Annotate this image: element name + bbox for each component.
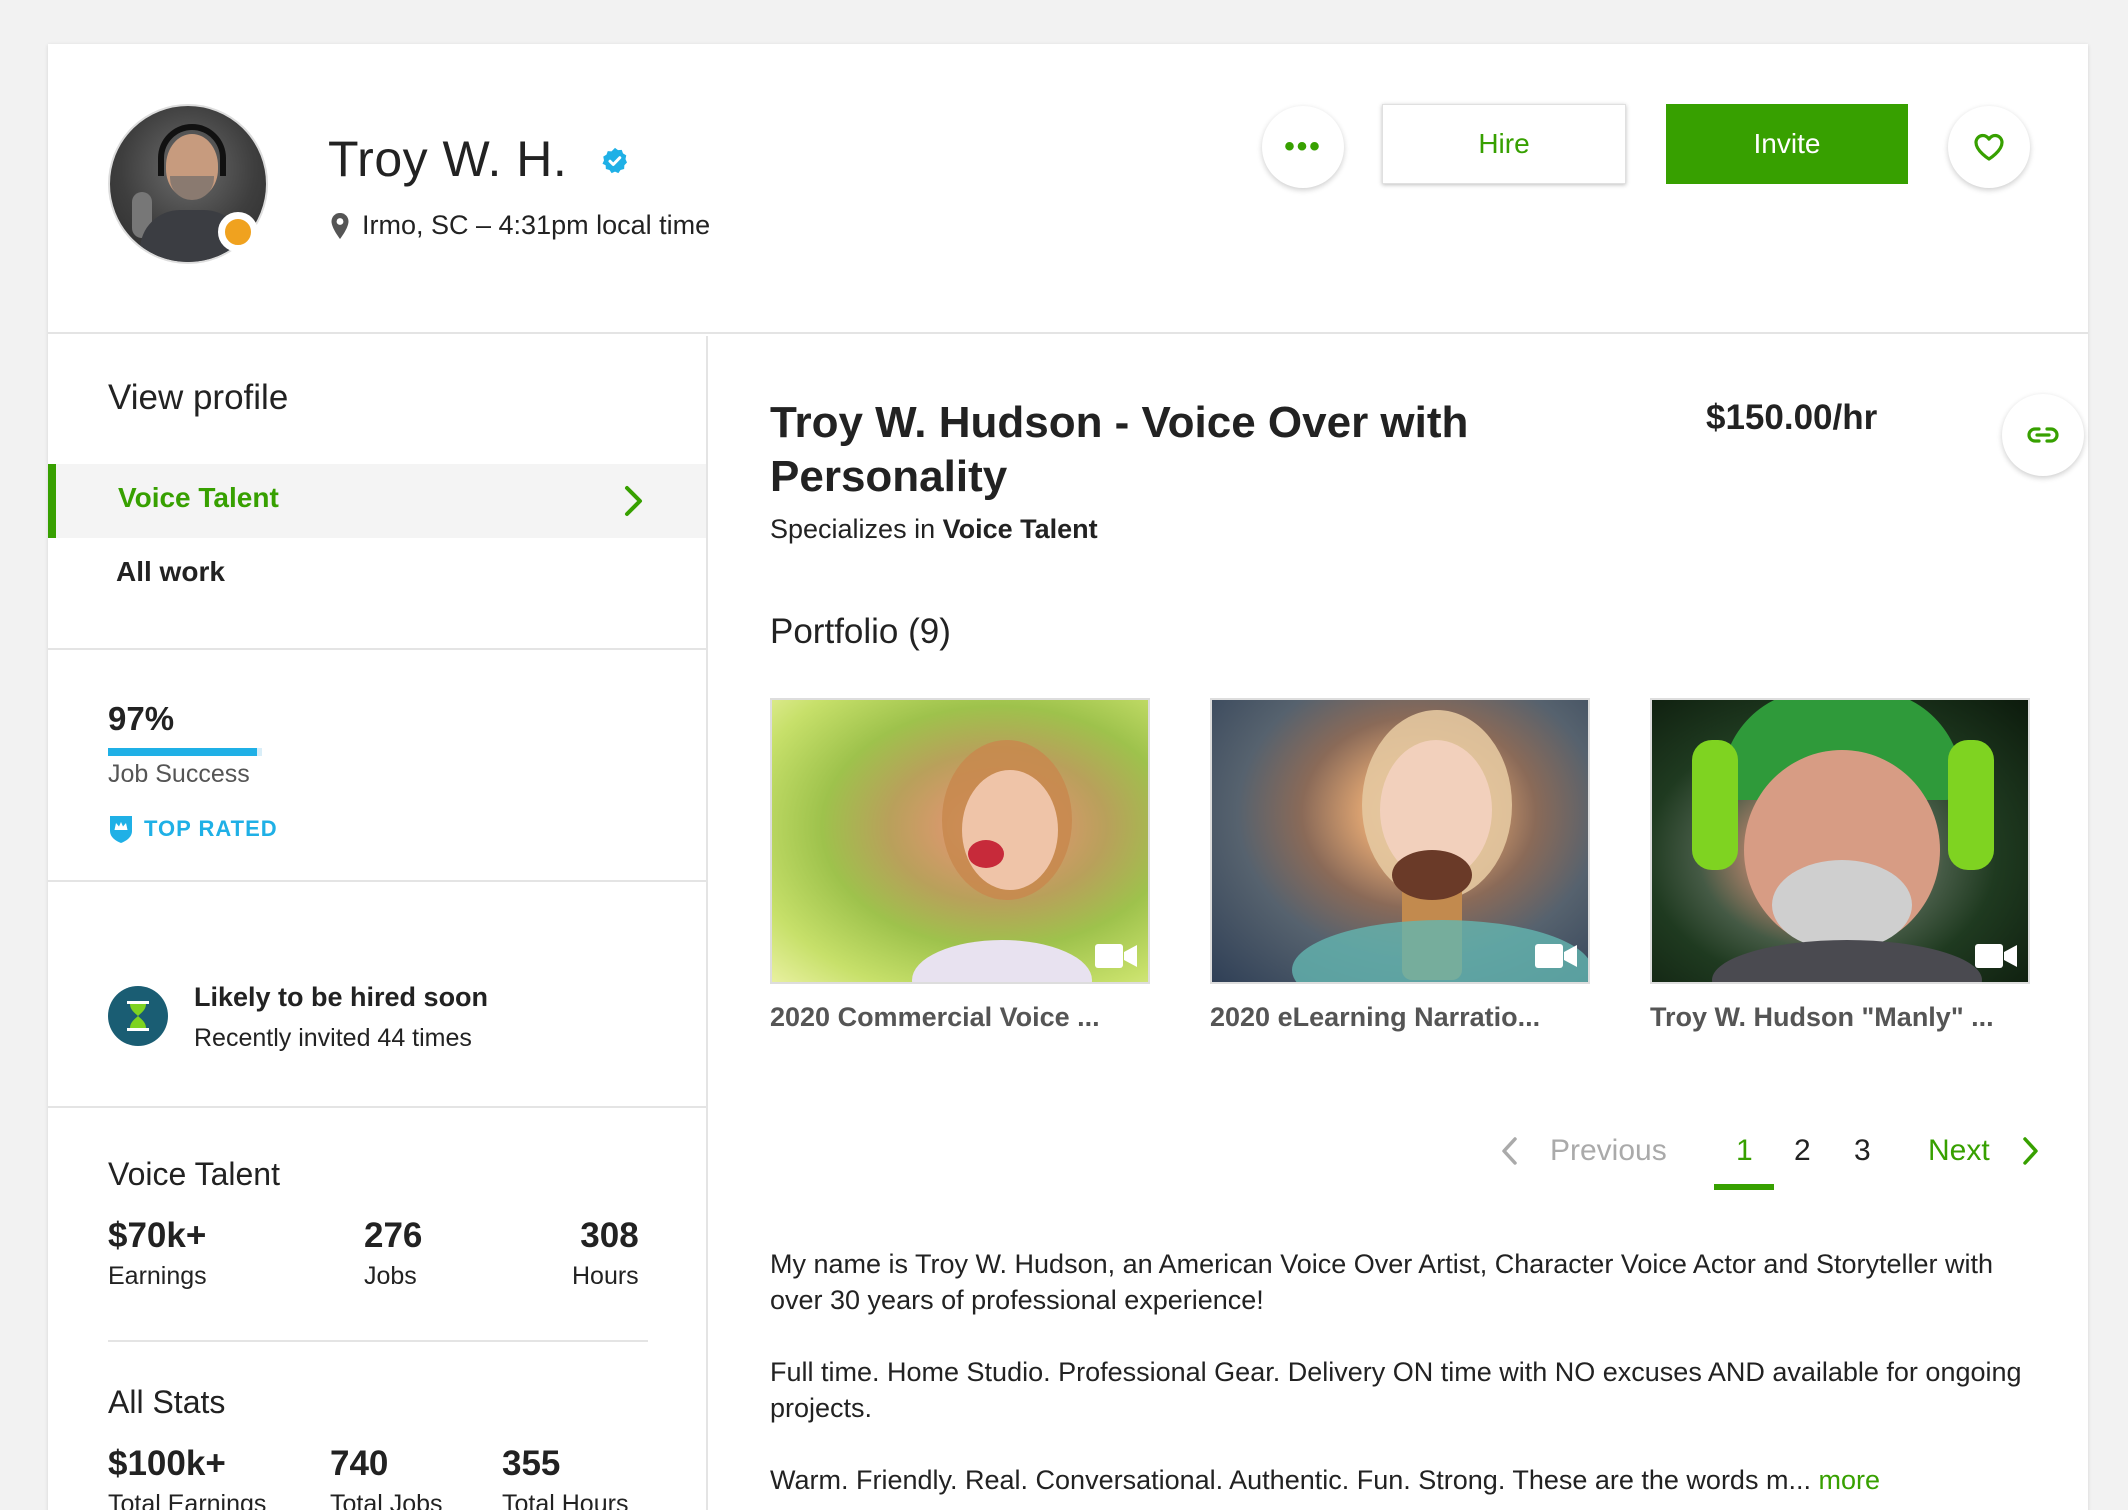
- pagination-previous[interactable]: Previous: [1500, 1134, 1667, 1168]
- stat-label: Earnings: [108, 1262, 207, 1290]
- all-stats-title: All Stats: [108, 1384, 226, 1420]
- chevron-left-icon: [1502, 1137, 1517, 1165]
- top-rated-badge: TOP RATED: [108, 814, 278, 844]
- description-truncated-text: Warm. Friendly. Real. Conversational. Au…: [770, 1465, 1811, 1495]
- stat-label: Total Earnings: [108, 1490, 267, 1510]
- divider: [48, 648, 706, 650]
- stat-label: Total Hours: [502, 1490, 629, 1510]
- portfolio-thumbnail[interactable]: [1210, 698, 1590, 984]
- chevron-right-icon: [2022, 1137, 2038, 1165]
- video-camera-icon: [1535, 944, 1577, 968]
- stat-label: Hours: [572, 1262, 639, 1290]
- hired-soon-subtitle: Recently invited 44 times: [194, 1024, 472, 1052]
- pagination-page-1[interactable]: 1: [1736, 1134, 1753, 1168]
- stat-earnings: $70k+ Earnings: [108, 1216, 207, 1291]
- job-success-label: Job Success: [108, 760, 250, 788]
- stat-value: 355: [502, 1444, 561, 1483]
- specializes-in: Specializes in Voice Talent: [770, 514, 1098, 545]
- location-pin-icon: [331, 212, 349, 239]
- sidebar-item-all-work[interactable]: All work: [116, 556, 225, 588]
- pagination-page-3[interactable]: 3: [1854, 1134, 1871, 1168]
- pagination-next[interactable]: Next: [1928, 1134, 2040, 1168]
- sidebar-item-voice-talent[interactable]: Voice Talent: [48, 464, 706, 538]
- stat-value: 740: [330, 1444, 389, 1483]
- description-paragraph: Full time. Home Studio. Professional Gea…: [770, 1357, 2022, 1423]
- more-link[interactable]: more: [1818, 1465, 1880, 1495]
- more-options-button[interactable]: •••: [1262, 106, 1344, 188]
- chevron-right-icon: [625, 486, 642, 516]
- portfolio-thumbnail[interactable]: [770, 698, 1150, 984]
- portfolio-caption[interactable]: Troy W. Hudson "Manly" ...: [1650, 1002, 2030, 1033]
- availability-status-dot: [218, 212, 258, 252]
- description-paragraph: My name is Troy W. Hudson, an American V…: [770, 1249, 1994, 1315]
- specializes-value: Voice Talent: [942, 514, 1098, 544]
- save-favorite-button[interactable]: [1948, 106, 2030, 188]
- profile-sidebar: View profile Voice Talent All work 97% J…: [48, 336, 708, 1510]
- divider: [48, 1106, 706, 1108]
- sidebar-item-label: Voice Talent: [118, 482, 279, 513]
- profile-card: Troy W. H. Irmo, SC – 4:31pm local time …: [48, 44, 2088, 1510]
- active-page-indicator: [1714, 1184, 1774, 1190]
- portfolio-caption[interactable]: 2020 eLearning Narratio...: [1210, 1002, 1590, 1033]
- copy-link-button[interactable]: [2002, 394, 2084, 476]
- stat-value: 308: [580, 1216, 639, 1255]
- portfolio-title: Portfolio (9): [770, 612, 951, 651]
- video-camera-icon: [1095, 944, 1137, 968]
- freelancer-name: Troy W. H.: [328, 131, 568, 187]
- link-icon: [2027, 427, 2059, 443]
- divider: [48, 880, 706, 882]
- crown-shield-icon: [110, 816, 132, 843]
- more-dots-icon: •••: [1284, 130, 1322, 163]
- job-success-bar: [108, 748, 257, 756]
- stat-label: Total Jobs: [330, 1490, 443, 1510]
- pagination-page-2[interactable]: 2: [1794, 1134, 1811, 1168]
- invite-button[interactable]: Invite: [1666, 104, 1908, 184]
- stat-value: $100k+: [108, 1444, 226, 1483]
- profile-header: Troy W. H. Irmo, SC – 4:31pm local time …: [48, 44, 2088, 334]
- specializes-prefix: Specializes in: [770, 514, 936, 544]
- portfolio-thumbnail[interactable]: [1650, 698, 2030, 984]
- stat-total-hours: 355 Total Hours: [502, 1444, 628, 1510]
- stat-total-jobs: 740 Total Jobs: [330, 1444, 443, 1510]
- voice-talent-stats-title: Voice Talent: [108, 1156, 280, 1192]
- stat-value: 276: [364, 1216, 423, 1255]
- stat-total-earnings: $100k+ Total Earnings: [108, 1444, 266, 1510]
- stat-hours: 308 Hours: [572, 1216, 639, 1291]
- heart-icon: [1974, 133, 2004, 161]
- hourglass-icon: [108, 986, 168, 1046]
- hired-soon-title: Likely to be hired soon: [194, 982, 489, 1012]
- location-text: Irmo, SC – 4:31pm local time: [362, 210, 711, 240]
- portfolio-caption[interactable]: 2020 Commercial Voice ...: [770, 1002, 1150, 1033]
- hire-button[interactable]: Hire: [1382, 104, 1626, 184]
- job-success-value: 97%: [108, 700, 175, 737]
- previous-label: Previous: [1550, 1134, 1667, 1167]
- stat-jobs: 276 Jobs: [364, 1216, 422, 1291]
- top-rated-label: TOP RATED: [144, 816, 278, 841]
- view-profile-heading: View profile: [108, 378, 289, 417]
- stat-value: $70k+: [108, 1216, 207, 1255]
- verified-badge-icon: [602, 147, 627, 174]
- location: Irmo, SC – 4:31pm local time: [330, 210, 710, 241]
- stat-label: Jobs: [364, 1262, 417, 1290]
- video-camera-icon: [1975, 944, 2017, 968]
- description-paragraph: Warm. Friendly. Real. Conversational. Au…: [770, 1462, 2030, 1498]
- profile-title: Troy W. Hudson - Voice Over with Persona…: [770, 398, 1469, 501]
- divider: [108, 1340, 648, 1342]
- hourly-rate: $150.00/hr: [1706, 398, 1878, 437]
- next-label: Next: [1928, 1134, 1990, 1167]
